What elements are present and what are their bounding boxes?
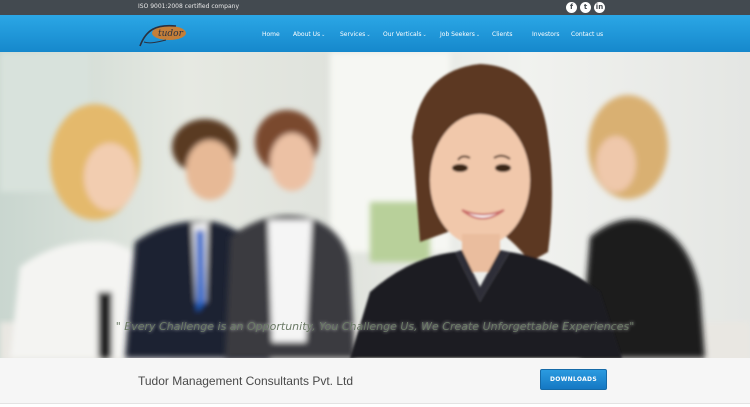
chevron-down-icon: ⌄ xyxy=(366,32,371,38)
twitter-icon[interactable]: t xyxy=(580,2,591,13)
certification-text: ISO 9001:2008 certified company xyxy=(138,3,239,10)
downloads-button[interactable]: DOWNLOADS xyxy=(540,369,607,390)
nav-investors-label: Investors xyxy=(532,31,560,38)
logo-text: tudor xyxy=(158,29,184,39)
nav-our-verticals[interactable]: Our Verticals⌄ xyxy=(383,31,427,38)
chevron-down-icon: ⌄ xyxy=(422,32,427,38)
chevron-down-icon: ⌄ xyxy=(321,32,326,38)
nav-services-label: Services xyxy=(340,31,366,38)
nav-about-us[interactable]: About Us⌄ xyxy=(293,31,325,38)
nav-clients-label: Clients xyxy=(492,31,513,38)
top-bar: ISO 9001:2008 certified company f t in xyxy=(0,0,750,15)
nav-jobseekers-label: Job Seekers xyxy=(440,31,475,38)
tudor-logo[interactable]: tudor xyxy=(136,20,192,50)
facebook-icon[interactable]: f xyxy=(566,2,577,13)
nav-home[interactable]: Home xyxy=(262,31,280,38)
chevron-down-icon: ⌄ xyxy=(475,32,481,38)
hero-tagline: " Every Challenge is an Opportunity, You… xyxy=(115,320,635,333)
nav-verticals-label: Our Verticals xyxy=(383,31,422,38)
company-band xyxy=(0,358,750,404)
main-navbar xyxy=(0,15,750,52)
nav-contact-us[interactable]: Contact us xyxy=(571,31,603,38)
hero-photo xyxy=(0,52,750,358)
nav-services[interactable]: Services⌄ xyxy=(340,31,371,38)
linkedin-icon[interactable]: in xyxy=(594,2,605,13)
nav-about-label: About Us xyxy=(293,31,321,38)
nav-job-seekers[interactable]: Job Seekers⌄ xyxy=(440,31,480,38)
nav-contact-label: Contact us xyxy=(571,31,604,38)
hero-banner: " Every Challenge is an Opportunity, You… xyxy=(0,52,750,358)
company-name: Tudor Management Consultants Pvt. Ltd xyxy=(138,374,354,388)
nav-home-label: Home xyxy=(262,31,280,38)
nav-clients[interactable]: Clients xyxy=(492,31,513,38)
nav-investors[interactable]: Investors xyxy=(532,31,560,38)
